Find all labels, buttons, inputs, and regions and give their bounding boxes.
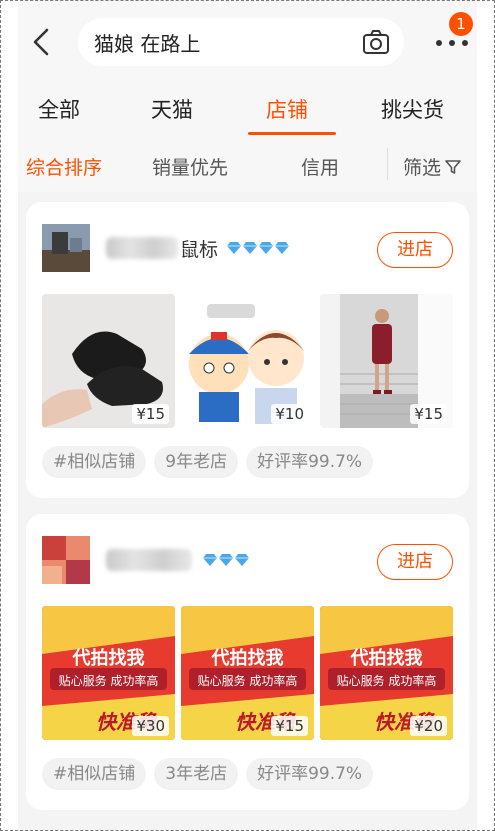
promo-subline: 贴心服务 成功率高 (197, 674, 298, 688)
tab-premium[interactable]: 挑尖货 (381, 94, 444, 124)
product-thumbnail[interactable]: ¥10 (181, 294, 314, 428)
diamond-icon (219, 554, 233, 566)
product-thumbnail[interactable]: 代拍找我 贴心服务 成功率高 快准稳 ¥20 (320, 606, 453, 740)
shop-card[interactable]: 鼠标 进店 ¥15 ¥10 ¥15 #相似店铺 9年老店 好评率99.7% (26, 202, 469, 498)
product-thumbnail[interactable]: 代拍找我 贴心服务 成功率高 快准稳 ¥15 (181, 606, 314, 740)
diamond-icon (227, 242, 242, 254)
product-thumbnails: 代拍找我 贴心服务 成功率高 快准稳 ¥30 代拍找我 贴心服务 成功率高 快准… (42, 606, 453, 740)
rating-tag: 好评率99.7% (246, 758, 374, 790)
tab-shops[interactable]: 店铺 (266, 94, 308, 124)
diamond-icon (275, 242, 290, 254)
filter-icon (445, 159, 461, 174)
shop-tags: #相似店铺 9年老店 好评率99.7% (42, 446, 381, 478)
sort-comprehensive[interactable]: 综合排序 (26, 153, 102, 180)
active-tab-indicator (248, 132, 336, 135)
product-thumbnail[interactable]: ¥15 (320, 294, 453, 428)
rating-tag: 好评率99.7% (246, 446, 374, 478)
shop-avatar (42, 224, 90, 272)
dot-icon (436, 40, 442, 46)
back-button[interactable] (26, 22, 56, 62)
shop-rating-diamonds (226, 241, 290, 255)
sort-divider (387, 148, 388, 180)
blurred-shop-name (106, 549, 192, 571)
similar-shops-tag[interactable]: #相似店铺 (42, 446, 147, 478)
filter-label: 筛选 (403, 157, 442, 179)
diamond-icon (259, 242, 274, 254)
app-screen: 猫娘 在路上 1 全部 天猫 店铺 挑尖货 综合排序 销量优先 信用 筛选 鼠标… (18, 0, 477, 831)
sort-credit[interactable]: 信用 (301, 153, 339, 180)
shop-age-tag: 3年老店 (154, 758, 239, 790)
similar-shops-tag[interactable]: #相似店铺 (42, 758, 147, 790)
category-tabs: 全部 天猫 店铺 挑尖货 (18, 84, 477, 136)
sort-bar: 综合排序 销量优先 信用 筛选 (18, 136, 477, 192)
camera-icon[interactable] (362, 29, 390, 55)
search-bar[interactable]: 猫娘 在路上 (78, 18, 404, 66)
shop-card[interactable]: 进店 代拍找我 贴心服务 成功率高 快准稳 ¥30 代拍找我 贴心服务 成功率高… (26, 514, 469, 810)
tab-all[interactable]: 全部 (38, 94, 80, 124)
product-price: ¥20 (410, 716, 447, 736)
diamond-icon (203, 554, 217, 566)
diamond-icon (235, 554, 249, 566)
product-price: ¥30 (132, 716, 169, 736)
enter-shop-button[interactable]: 进店 (377, 544, 453, 580)
product-price: ¥10 (271, 404, 308, 424)
promo-subline: 贴心服务 成功率高 (336, 674, 437, 688)
more-menu-button[interactable] (436, 36, 468, 50)
top-bar: 猫娘 在路上 1 (18, 0, 477, 84)
shop-tags: #相似店铺 3年老店 好评率99.7% (42, 758, 381, 790)
sort-sales[interactable]: 销量优先 (152, 153, 228, 180)
blurred-shop-name (106, 237, 178, 259)
tab-tmall[interactable]: 天猫 (151, 94, 193, 124)
search-query: 猫娘 在路上 (94, 31, 201, 56)
promo-headline: 代拍找我 (72, 648, 145, 669)
product-thumbnails: ¥15 ¥10 ¥15 (42, 294, 453, 428)
shop-rating-diamonds (202, 553, 250, 567)
shop-name-suffix: 鼠标 (180, 238, 219, 261)
promo-headline: 代拍找我 (211, 648, 284, 669)
promo-headline: 代拍找我 (350, 648, 423, 669)
promo-subline: 贴心服务 成功率高 (58, 674, 159, 688)
notification-badge: 1 (449, 12, 473, 36)
enter-shop-button[interactable]: 进店 (377, 232, 453, 268)
shop-name: 鼠标 (106, 236, 290, 261)
product-price: ¥15 (271, 716, 308, 736)
dot-icon (462, 40, 468, 46)
dot-icon (449, 40, 455, 46)
back-arrow-icon (33, 28, 49, 56)
product-price: ¥15 (410, 404, 447, 424)
shop-name (106, 548, 250, 572)
product-price: ¥15 (132, 404, 169, 424)
product-thumbnail[interactable]: 代拍找我 贴心服务 成功率高 快准稳 ¥30 (42, 606, 175, 740)
shop-avatar (42, 536, 90, 584)
diamond-icon (243, 242, 258, 254)
filter-button[interactable]: 筛选 (403, 153, 462, 180)
product-thumbnail[interactable]: ¥15 (42, 294, 175, 428)
shop-age-tag: 9年老店 (154, 446, 239, 478)
